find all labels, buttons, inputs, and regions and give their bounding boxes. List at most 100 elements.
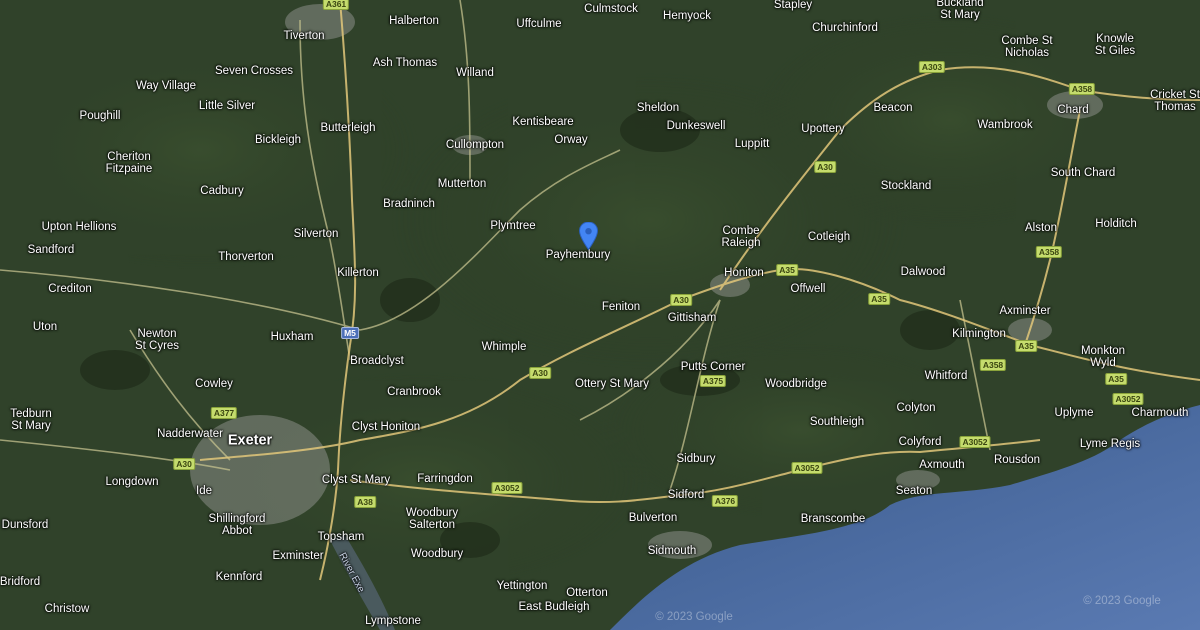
place-label[interactable]: Uton — [33, 321, 57, 333]
place-label[interactable]: Culmstock — [584, 3, 638, 15]
place-label[interactable]: Cricket St Thomas — [1150, 89, 1200, 113]
place-label[interactable]: Bradninch — [383, 198, 435, 210]
place-label[interactable]: Churchinford — [812, 22, 878, 34]
place-label[interactable]: Newton St Cyres — [135, 328, 179, 352]
place-label[interactable]: Cheriton Fitzpaine — [106, 151, 153, 175]
place-label[interactable]: Butterleigh — [321, 122, 376, 134]
place-label[interactable]: Woodbridge — [765, 378, 827, 390]
place-label[interactable]: Willand — [456, 67, 494, 79]
place-label[interactable]: Honiton — [724, 267, 764, 279]
place-label[interactable]: Huxham — [271, 331, 314, 343]
place-label[interactable]: Alston — [1025, 222, 1057, 234]
place-label[interactable]: Halberton — [389, 15, 439, 27]
place-label[interactable]: Luppitt — [735, 138, 770, 150]
place-label[interactable]: Clyst St Mary — [322, 474, 390, 486]
place-label[interactable]: Lympstone — [365, 615, 421, 627]
place-label[interactable]: Dunsford — [2, 519, 49, 531]
place-label[interactable]: Topsham — [318, 531, 365, 543]
place-label[interactable]: South Chard — [1051, 167, 1116, 179]
place-label[interactable]: Crediton — [48, 283, 91, 295]
place-label[interactable]: Farringdon — [417, 473, 473, 485]
place-label[interactable]: Kentisbeare — [512, 116, 573, 128]
place-label[interactable]: Longdown — [105, 476, 158, 488]
place-label[interactable]: Christow — [45, 603, 90, 615]
place-label[interactable]: Ottery St Mary — [575, 378, 649, 390]
place-label[interactable]: Sheldon — [637, 102, 679, 114]
place-label[interactable]: Colyford — [899, 436, 942, 448]
place-label[interactable]: Exeter — [228, 433, 272, 449]
place-label[interactable]: Colyton — [897, 402, 936, 414]
place-label[interactable]: Seven Crosses — [215, 65, 293, 77]
place-label[interactable]: Dalwood — [901, 266, 946, 278]
place-label[interactable]: Stapley — [774, 0, 812, 11]
place-label[interactable]: Beacon — [873, 102, 912, 114]
place-label[interactable]: Holditch — [1095, 218, 1137, 230]
place-label[interactable]: Woodbury — [411, 548, 463, 560]
place-label[interactable]: Cullompton — [446, 139, 504, 151]
place-label[interactable]: Otterton — [566, 587, 608, 599]
place-label[interactable]: Woodbury Salterton — [406, 507, 458, 531]
place-label[interactable]: Offwell — [791, 283, 826, 295]
place-label[interactable]: Gittisham — [668, 312, 717, 324]
place-label[interactable]: Branscombe — [801, 513, 866, 525]
place-label[interactable]: Cowley — [195, 378, 233, 390]
place-label[interactable]: Sandford — [28, 244, 75, 256]
place-label[interactable]: Putts Corner — [681, 361, 746, 373]
place-label[interactable]: Shillingford Abbot — [209, 513, 266, 537]
location-pin-icon[interactable] — [579, 222, 598, 250]
place-label[interactable]: Hemyock — [663, 10, 711, 22]
place-label[interactable]: Cadbury — [200, 185, 243, 197]
place-label[interactable]: Dunkeswell — [667, 120, 726, 132]
satellite-map[interactable]: Halberton Uffculme Culmstock Hemyock Stapley… — [0, 0, 1200, 630]
place-label[interactable]: Tiverton — [283, 30, 324, 42]
place-label[interactable]: Yettington — [497, 580, 548, 592]
place-label[interactable]: Broadclyst — [350, 355, 404, 367]
place-label[interactable]: Tedburn St Mary — [10, 408, 52, 432]
place-label[interactable]: Sidmouth — [648, 545, 697, 557]
place-label[interactable]: Uplyme — [1055, 407, 1094, 419]
place-label[interactable]: Rousdon — [994, 454, 1040, 466]
place-label[interactable]: Cranbrook — [387, 386, 441, 398]
place-label[interactable]: Southleigh — [810, 416, 864, 428]
place-label[interactable]: Axmouth — [919, 459, 964, 471]
place-label[interactable]: Plymtree — [490, 220, 535, 232]
place-label[interactable]: Way Village — [136, 80, 196, 92]
place-label[interactable]: East Budleigh — [519, 601, 590, 613]
place-label[interactable]: Combe St Nicholas — [1001, 35, 1052, 59]
place-label[interactable]: Sidford — [668, 489, 704, 501]
place-label[interactable]: Killerton — [337, 267, 379, 279]
place-label[interactable]: Mutterton — [438, 178, 487, 190]
place-label[interactable]: Bickleigh — [255, 134, 301, 146]
place-label[interactable]: Kilmington — [952, 328, 1006, 340]
place-label[interactable]: Whimple — [482, 341, 527, 353]
place-label[interactable]: Payhembury — [546, 249, 611, 261]
place-label[interactable]: Stockland — [881, 180, 932, 192]
place-label[interactable]: Thorverton — [218, 251, 274, 263]
place-label[interactable]: Axminster — [999, 305, 1050, 317]
place-label[interactable]: Chard — [1057, 104, 1088, 116]
place-label[interactable]: Charmouth — [1132, 407, 1189, 419]
place-label[interactable]: Upton Hellions — [42, 221, 117, 233]
place-label[interactable]: Kennford — [216, 571, 263, 583]
place-label[interactable]: Buckland St Mary — [936, 0, 983, 21]
place-label[interactable]: Poughill — [80, 110, 121, 122]
place-label[interactable]: Monkton Wyld — [1081, 345, 1125, 369]
place-label[interactable]: Orway — [554, 134, 587, 146]
place-label[interactable]: Sidbury — [677, 453, 716, 465]
place-label[interactable]: Uffculme — [516, 18, 561, 30]
place-label[interactable]: Bridford — [0, 576, 40, 588]
place-label[interactable]: Little Silver — [199, 100, 255, 112]
place-label[interactable]: Ash Thomas — [373, 57, 437, 69]
place-label[interactable]: Silverton — [294, 228, 339, 240]
place-label[interactable]: Knowle St Giles — [1095, 33, 1135, 57]
place-label[interactable]: Bulverton — [629, 512, 678, 524]
place-label[interactable]: Cotleigh — [808, 231, 850, 243]
place-label[interactable]: Feniton — [602, 301, 640, 313]
place-label[interactable]: Nadderwater — [157, 428, 223, 440]
place-label[interactable]: Seaton — [896, 485, 932, 497]
place-label[interactable]: Wambrook — [977, 119, 1032, 131]
place-label[interactable]: Lyme Regis — [1080, 438, 1140, 450]
place-label[interactable]: Upottery — [801, 123, 844, 135]
place-label[interactable]: Ide — [196, 485, 212, 497]
place-label[interactable]: Combe Raleigh — [722, 225, 761, 249]
